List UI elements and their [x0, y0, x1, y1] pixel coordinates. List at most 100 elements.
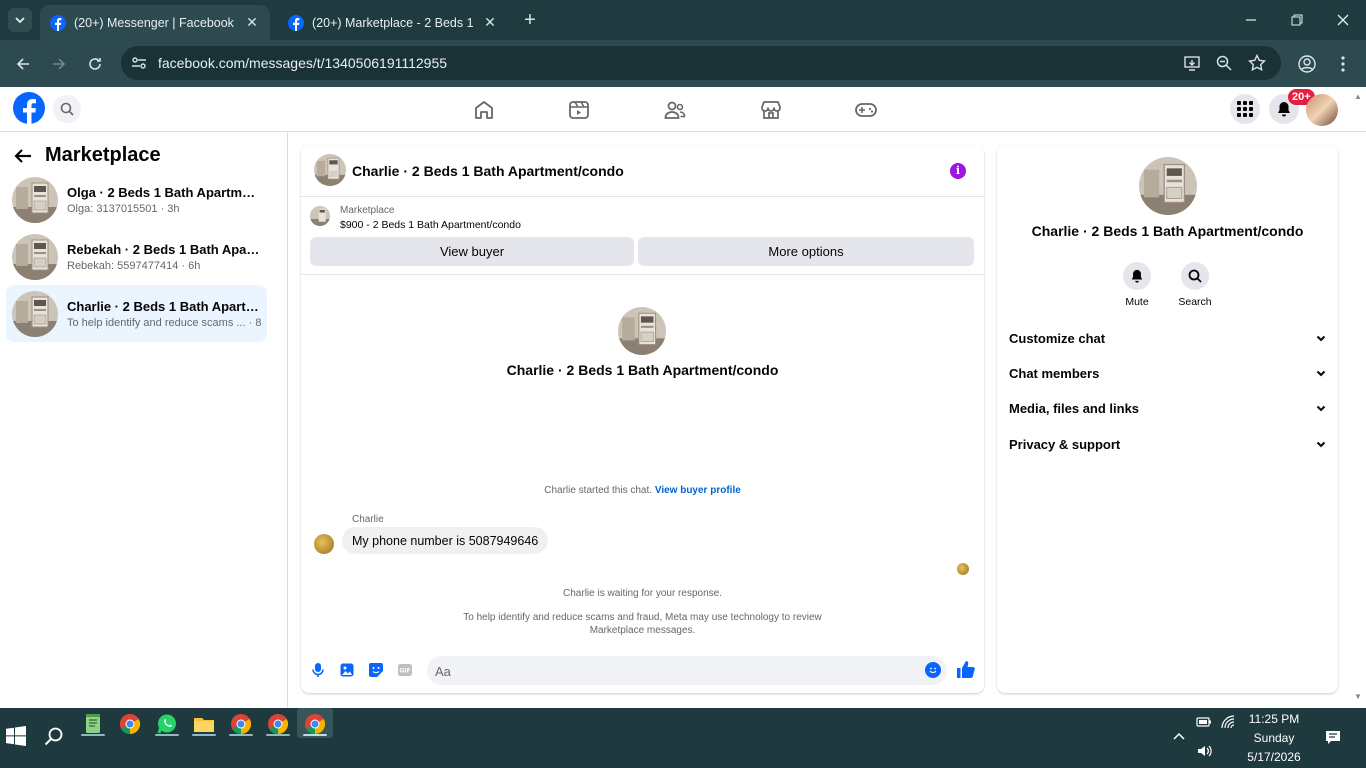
browser-tab-messenger[interactable]: (20+) Messenger | Facebook ✕ — [40, 5, 270, 40]
microphone-icon[interactable] — [310, 662, 326, 678]
gaming-icon[interactable] — [854, 98, 878, 122]
sender-avatar[interactable] — [314, 534, 334, 554]
sticker-icon[interactable] — [368, 662, 384, 678]
account-avatar[interactable] — [1306, 94, 1338, 126]
minimize-button[interactable] — [1228, 0, 1274, 40]
home-icon[interactable] — [472, 98, 496, 122]
apartment-photo-icon — [12, 233, 58, 280]
install-app-icon[interactable] — [1183, 54, 1201, 72]
conversation-item-charlie[interactable]: Charlie · 2 Beds 1 Bath Apartment/condo … — [6, 285, 267, 342]
message-sender: Charlie — [352, 514, 384, 525]
forward-button[interactable] — [47, 52, 71, 76]
search-icon[interactable] — [44, 726, 64, 746]
mute-button[interactable]: Mute — [1107, 262, 1167, 308]
conversation-name: Olga · 2 Beds 1 Bath Apartment/condo — [67, 184, 262, 200]
tab-title: (20+) Marketplace - 2 Beds 1 Bath Apartm… — [312, 15, 474, 30]
browser-tab-marketplace[interactable]: (20+) Marketplace - 2 Beds 1 Bath Apartm… — [278, 5, 508, 40]
chevron-down-icon — [1316, 405, 1326, 412]
file-explorer-icon[interactable] — [192, 712, 216, 736]
more-options-button[interactable]: More options — [638, 237, 974, 266]
chrome-active-app-icon[interactable] — [303, 712, 327, 736]
whatsapp-app-icon[interactable] — [155, 712, 179, 736]
conversation-preview: To help identify and reduce scams ... · … — [67, 316, 262, 329]
chrome-app-icon[interactable] — [118, 712, 142, 736]
conversation-name: Charlie · 2 Beds 1 Bath Apartment/condo — [67, 298, 262, 314]
chat-started-notice: Charlie started this chat. View buyer pr… — [301, 485, 984, 496]
conversation-item-rebekah[interactable]: Rebekah · 2 Beds 1 Bath Apartment/condo … — [6, 228, 267, 285]
tray-expand-icon[interactable] — [1172, 730, 1186, 744]
chevron-down-icon — [1316, 370, 1326, 377]
conversation-preview: Rebekah: 5597477414 · 6h — [67, 259, 201, 272]
url-text[interactable]: facebook.com/messages/t/1340506191112955 — [158, 55, 447, 71]
site-settings-icon[interactable] — [130, 54, 148, 72]
view-buyer-profile-link[interactable]: View buyer profile — [655, 485, 741, 496]
scroll-down-arrow-icon[interactable]: ▼ — [1354, 692, 1362, 701]
media-files-links-section[interactable]: Media, files and links — [1009, 398, 1327, 418]
facebook-logo-icon[interactable] — [13, 92, 45, 124]
new-tab-button[interactable]: + — [520, 10, 540, 30]
bell-icon — [1131, 269, 1143, 283]
notepad-app-icon[interactable] — [81, 712, 105, 736]
message-input[interactable]: Aa — [427, 656, 947, 685]
back-button[interactable] — [11, 52, 35, 76]
scroll-up-arrow-icon[interactable]: ▲ — [1354, 92, 1362, 101]
customize-chat-section[interactable]: Customize chat — [1009, 328, 1327, 348]
chat-members-section[interactable]: Chat members — [1009, 363, 1327, 383]
back-arrow-icon[interactable] — [13, 146, 33, 166]
system-clock[interactable]: 11:25 PM Sunday 5/17/2026 — [1234, 710, 1314, 767]
info-icon[interactable]: i — [950, 163, 966, 179]
video-icon[interactable] — [567, 98, 591, 122]
facebook-search-button[interactable] — [53, 95, 81, 123]
photo-icon[interactable] — [339, 662, 355, 678]
battery-icon[interactable] — [1196, 716, 1212, 728]
chat-title[interactable]: Charlie · 2 Beds 1 Bath Apartment/condo — [352, 163, 624, 179]
chat-avatar[interactable] — [314, 154, 346, 186]
message-bubble[interactable]: My phone number is 5087949646 — [342, 527, 549, 554]
divider — [301, 274, 984, 275]
apartment-photo-icon — [12, 290, 58, 337]
details-name: Charlie · 2 Beds 1 Bath Apartment/condo — [1031, 223, 1304, 239]
svg-text:GIF: GIF — [399, 668, 410, 675]
menu-button[interactable] — [1230, 94, 1260, 124]
bell-icon — [1278, 102, 1290, 117]
zoom-icon[interactable] — [1215, 54, 1233, 72]
tab-search-dropdown[interactable] — [8, 8, 32, 32]
scam-disclaimer: To help identify and reduce scams and fr… — [463, 612, 822, 636]
chrome-profile-app-icon[interactable] — [266, 712, 290, 736]
profile-button[interactable] — [1295, 52, 1319, 76]
chrome-profile-app-icon[interactable] — [229, 712, 253, 736]
apartment-photo-icon — [314, 154, 346, 186]
friends-icon[interactable] — [663, 98, 687, 122]
reload-icon — [89, 58, 101, 70]
close-window-button[interactable] — [1320, 0, 1366, 40]
volume-icon[interactable] — [1196, 743, 1212, 759]
close-tab-icon[interactable]: ✕ — [482, 14, 498, 31]
chat-header: Charlie · 2 Beds 1 Bath Apartment/condo … — [301, 145, 984, 197]
gif-icon[interactable]: GIF — [397, 662, 413, 678]
restore-button[interactable] — [1274, 0, 1320, 40]
windows-start-icon[interactable] — [6, 726, 26, 746]
apartment-photo-icon — [1139, 157, 1197, 215]
bookmark-star-icon[interactable] — [1248, 54, 1266, 72]
conversation-item-olga[interactable]: Olga · 2 Beds 1 Bath Apartment/condo Olg… — [6, 171, 267, 228]
clock-time: 11:25 PM — [1248, 712, 1300, 726]
marketplace-icon[interactable] — [759, 98, 783, 122]
privacy-support-section[interactable]: Privacy & support — [1009, 434, 1327, 454]
emoji-icon[interactable] — [925, 662, 941, 678]
waiting-notice: Charlie is waiting for your response. — [563, 588, 722, 599]
search-in-chat-button[interactable]: Search — [1165, 262, 1225, 308]
section-label: Chat members — [1009, 365, 1100, 381]
address-bar[interactable]: facebook.com/messages/t/1340506191112955 — [121, 46, 1281, 80]
arrow-left-icon — [16, 58, 29, 70]
notification-center-icon[interactable] — [1325, 729, 1341, 745]
section-label: Customize chat — [1009, 330, 1106, 346]
grid-menu-icon — [1237, 101, 1253, 117]
view-buyer-button[interactable]: View buyer — [310, 237, 634, 266]
more-vertical-icon — [1341, 56, 1345, 72]
thumbs-up-icon[interactable] — [956, 660, 975, 679]
reload-button[interactable] — [83, 52, 107, 76]
apartment-photo-icon — [618, 307, 666, 355]
browser-menu-button[interactable] — [1331, 52, 1355, 76]
message-input-placeholder: Aa — [435, 664, 451, 679]
close-tab-icon[interactable]: ✕ — [244, 14, 260, 31]
